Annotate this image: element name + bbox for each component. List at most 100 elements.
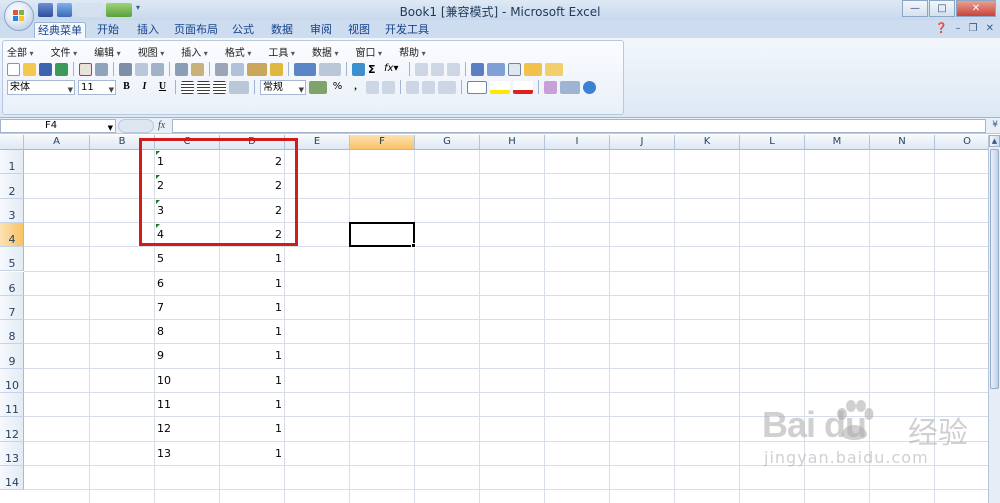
column-header-j[interactable]: J — [610, 135, 675, 150]
column-header-f[interactable]: F — [350, 135, 415, 150]
redo-icon[interactable] — [319, 62, 341, 76]
cell-d13[interactable]: 1 — [222, 447, 282, 461]
decrease-decimal-icon[interactable] — [382, 80, 395, 94]
row-header-2[interactable]: 2 — [0, 174, 24, 199]
cell-d12[interactable]: 1 — [222, 422, 282, 436]
sort-ascending-icon[interactable] — [415, 62, 428, 76]
column-header-g[interactable]: G — [415, 135, 480, 150]
table-icon[interactable] — [508, 62, 521, 76]
cell-d8[interactable]: 1 — [222, 325, 282, 339]
column-header-l[interactable]: L — [740, 135, 805, 150]
row-header-13[interactable]: 13 — [0, 441, 24, 466]
save-icon[interactable] — [39, 62, 52, 76]
align-left-icon[interactable] — [181, 80, 194, 94]
decrease-indent-icon[interactable] — [406, 80, 419, 94]
scroll-thumb[interactable] — [990, 149, 999, 389]
increase-indent-icon[interactable] — [422, 80, 435, 94]
row-header-8[interactable]: 8 — [0, 320, 24, 345]
increase-decimal-icon[interactable] — [366, 80, 379, 94]
row-header-12[interactable]: 12 — [0, 417, 24, 442]
open-icon[interactable] — [23, 62, 36, 76]
cell-c11[interactable]: 11 — [157, 398, 218, 412]
number-format-combo[interactable]: 常规 ▼ — [260, 79, 306, 95]
align-center-icon[interactable] — [197, 80, 210, 94]
row-header-5[interactable]: 5 — [0, 247, 24, 272]
help-icon[interactable] — [583, 80, 596, 94]
tab-classic-menu[interactable]: 经典菜单 — [34, 22, 86, 38]
close-button[interactable]: ✕ — [956, 0, 996, 17]
spelling-icon[interactable] — [175, 62, 188, 76]
row-header-11[interactable]: 11 — [0, 393, 24, 418]
cell-c5[interactable]: 5 — [157, 252, 218, 266]
font-color-icon[interactable] — [513, 80, 533, 94]
preview-icon[interactable] — [135, 62, 148, 76]
print-preview-icon[interactable] — [119, 62, 132, 76]
row-header-1[interactable]: 1 — [0, 150, 24, 175]
workbook-minimize-icon[interactable]: – — [956, 23, 961, 34]
column-header-a[interactable]: A — [24, 135, 90, 150]
row-header-6[interactable]: 6 — [0, 271, 24, 296]
row-header-10[interactable]: 10 — [0, 368, 24, 393]
expand-formula-bar-icon[interactable]: ¥ — [992, 120, 998, 130]
scroll-up-icon[interactable]: ▲ — [989, 135, 1000, 147]
select-all-button[interactable] — [0, 135, 24, 150]
font-name-combo[interactable]: 宋体 ▼ — [7, 79, 75, 95]
cell-c10[interactable]: 10 — [157, 374, 218, 388]
workbook-close-icon[interactable]: ✕ — [986, 23, 994, 34]
row-header-3[interactable]: 3 — [0, 198, 24, 223]
cut-icon[interactable] — [215, 62, 228, 76]
font-size-combo[interactable]: 11 ▼ — [78, 79, 116, 95]
menu-all[interactable]: 全部 — [7, 44, 34, 59]
cell-d11[interactable]: 1 — [222, 398, 282, 412]
paste-icon[interactable] — [247, 62, 267, 76]
percent-button[interactable]: % — [330, 80, 345, 94]
zoom-icon[interactable] — [560, 80, 580, 94]
cell-d5[interactable]: 1 — [222, 252, 282, 266]
comma-button[interactable]: , — [348, 80, 363, 94]
menu-file[interactable]: 文件 — [51, 44, 78, 59]
cell-c12[interactable]: 12 — [157, 422, 218, 436]
function-icon[interactable]: fx▾ — [384, 63, 404, 76]
pivot-icon[interactable] — [487, 62, 505, 76]
column-header-h[interactable]: H — [480, 135, 545, 150]
italic-button[interactable]: I — [137, 80, 152, 94]
row-header-7[interactable]: 7 — [0, 295, 24, 321]
menu-help[interactable]: 帮助 — [399, 44, 426, 59]
tab-review[interactable]: 审阅 — [304, 22, 338, 38]
maximize-button[interactable]: □ — [929, 0, 955, 17]
menu-format[interactable]: 格式 — [225, 44, 252, 59]
undo-icon[interactable] — [294, 62, 316, 76]
tab-view[interactable]: 视图 — [342, 22, 376, 38]
research-icon[interactable] — [151, 62, 164, 76]
column-header-k[interactable]: K — [675, 135, 740, 150]
row-header-9[interactable]: 9 — [0, 344, 24, 369]
formula-bar-buttons[interactable] — [118, 119, 154, 133]
autosum-icon[interactable]: Σ — [368, 63, 381, 76]
currency-icon[interactable] — [309, 80, 327, 94]
menu-edit[interactable]: 编辑 — [94, 44, 121, 59]
chart-icon[interactable] — [471, 62, 484, 76]
cell-c8[interactable]: 8 — [157, 325, 218, 339]
minimize-button[interactable]: — — [902, 0, 928, 17]
new-icon[interactable] — [7, 62, 20, 76]
cell-d10[interactable]: 1 — [222, 374, 282, 388]
underline-button[interactable]: U — [155, 80, 170, 94]
cell-d9[interactable]: 1 — [222, 349, 282, 363]
row-header-4[interactable]: 4 — [0, 222, 24, 248]
office-button[interactable] — [4, 1, 34, 31]
cell-c13[interactable]: 13 — [157, 447, 218, 461]
folder-icon[interactable] — [545, 62, 563, 76]
copy-icon[interactable] — [231, 62, 244, 76]
sort-descending-icon[interactable] — [431, 62, 444, 76]
tab-page-layout[interactable]: 页面布局 — [170, 22, 222, 38]
active-cell-f4[interactable] — [349, 221, 415, 248]
formula-input[interactable] — [172, 119, 986, 133]
tab-home[interactable]: 开始 — [90, 22, 126, 38]
menu-window[interactable]: 窗口 — [356, 44, 383, 59]
tab-developer[interactable]: 开发工具 — [382, 22, 432, 38]
row-header-14[interactable]: 14 — [0, 465, 24, 491]
menu-tools[interactable]: 工具 — [268, 44, 295, 59]
align-right-icon[interactable] — [213, 80, 226, 94]
filter-icon[interactable] — [447, 62, 460, 76]
cell-d7[interactable]: 1 — [222, 301, 282, 315]
